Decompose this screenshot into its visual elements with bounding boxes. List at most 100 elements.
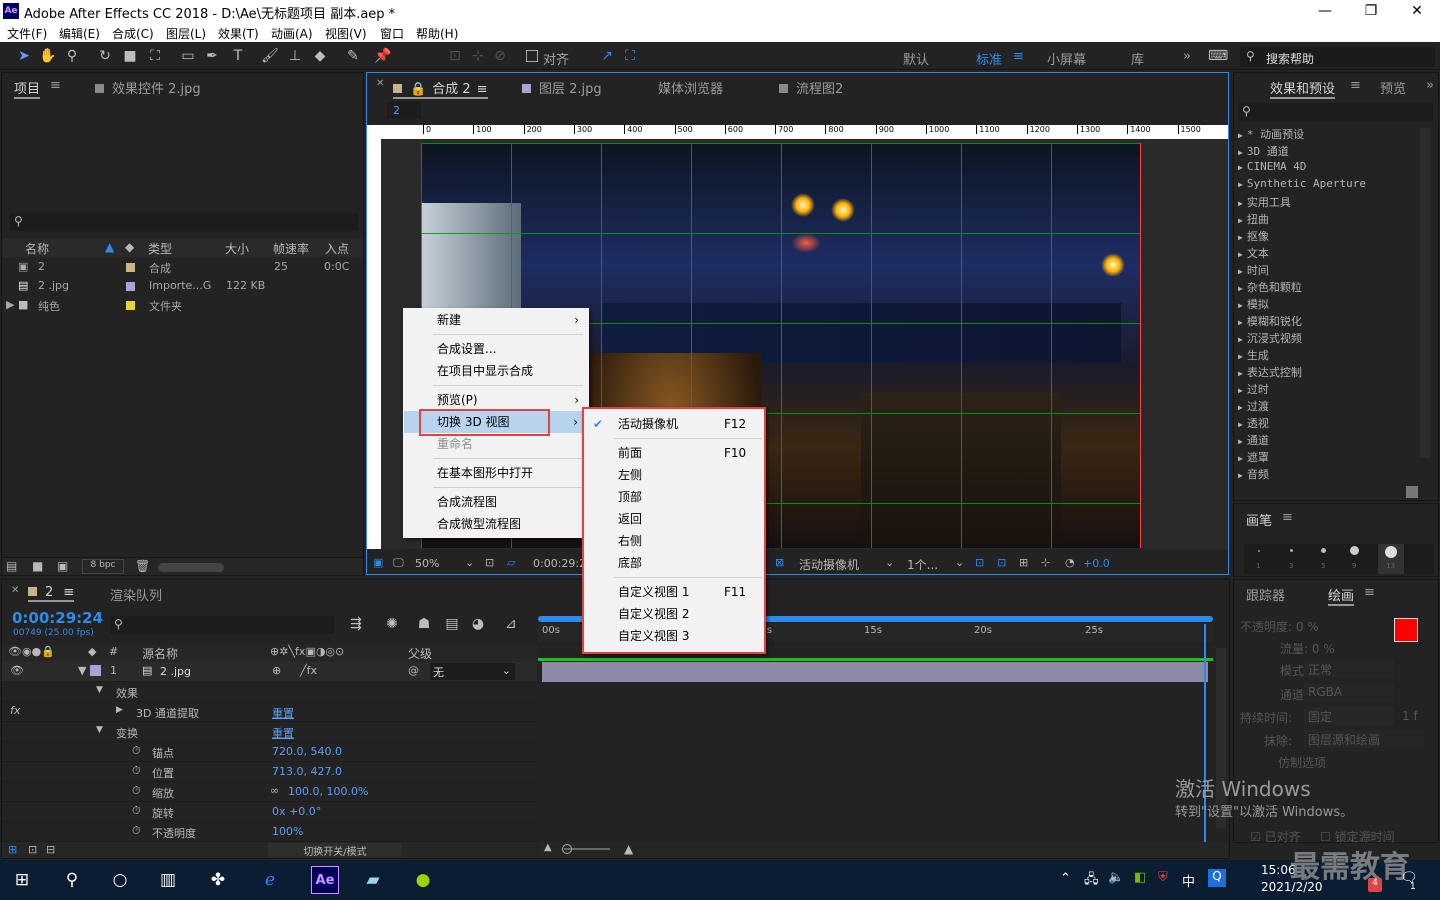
toggle-pixel-aspect-icon[interactable]: ⊡ bbox=[975, 556, 984, 569]
effect-category-item[interactable]: ▶ 过时 bbox=[1238, 381, 1269, 397]
zoom-tool-icon[interactable]: ⚲ bbox=[62, 46, 82, 66]
close-icon[interactable]: ✕ bbox=[1394, 0, 1440, 22]
tab-layer[interactable]: 图层 2.jpg bbox=[522, 78, 602, 97]
menu-effect[interactable]: 效果(T) bbox=[218, 25, 259, 42]
submenu-item-custom-view-1[interactable]: 自定义视图 1 F11 bbox=[584, 581, 764, 603]
local-axis-icon[interactable]: ⊡ bbox=[445, 46, 465, 66]
label-tag-icon[interactable]: ◆ bbox=[125, 240, 134, 254]
tab-tracker[interactable]: 跟踪器 bbox=[1246, 585, 1285, 604]
submenu-item-left[interactable]: 左侧 bbox=[584, 464, 764, 486]
pan-behind-tool-icon[interactable]: ⛶ bbox=[145, 46, 165, 66]
property-row[interactable]: ⏱ 不透明度 100% bbox=[2, 822, 537, 842]
task-view-icon[interactable]: ▥ bbox=[154, 866, 182, 894]
effect-category-item[interactable]: ▶ 音频 bbox=[1238, 466, 1269, 482]
frame-blending-icon[interactable]: ▤ bbox=[442, 614, 462, 634]
effect-category-item[interactable]: ▶ 杂色和颗粒 bbox=[1238, 279, 1302, 295]
menu-item-open-essential-graphics[interactable]: 在基本图形中打开 bbox=[403, 462, 589, 484]
menu-item-reveal-comp[interactable]: 在项目中显示合成 bbox=[403, 360, 589, 382]
close-tab-icon[interactable]: ✕ bbox=[11, 585, 19, 596]
property-value[interactable]: 100.0, 100.0% bbox=[288, 785, 368, 798]
effect-category-item[interactable]: ▶ 遮罩 bbox=[1238, 449, 1269, 465]
layer-name[interactable]: 2 .jpg bbox=[160, 665, 191, 678]
workspace-standard[interactable]: 标准 bbox=[976, 49, 1002, 68]
effect-category-item[interactable]: ▶ * 动画预设 bbox=[1238, 126, 1304, 142]
always-preview-icon[interactable]: ▣ bbox=[373, 556, 383, 569]
security-icon[interactable]: ⛨ bbox=[1158, 870, 1168, 885]
stopwatch-icon[interactable]: ⏱ bbox=[132, 744, 141, 758]
search-icon[interactable]: ⚲ bbox=[58, 866, 86, 894]
windows-start-icon[interactable]: ⊞ bbox=[8, 866, 36, 894]
toggle-switches-modes-button[interactable]: 切换开关/模式 bbox=[268, 843, 402, 858]
chevron-down-icon[interactable]: ⌄ bbox=[465, 556, 474, 569]
property-row[interactable]: ⏱ 缩放 100.0, 100.0% ∞ bbox=[2, 782, 537, 802]
expand-arrow-icon[interactable]: ▼ bbox=[96, 725, 103, 735]
menu-item-preview[interactable]: 预览(P) › bbox=[403, 389, 589, 411]
submenu-item-back[interactable]: 返回 bbox=[584, 508, 764, 530]
col-in[interactable]: 入点 bbox=[325, 240, 349, 257]
submenu-item-front[interactable]: 前面 F10 bbox=[584, 442, 764, 464]
panel-menu-icon[interactable]: ≡ bbox=[477, 82, 488, 97]
effect-category-item[interactable]: ▶ 沉浸式视频 bbox=[1238, 330, 1302, 346]
menu-composition[interactable]: 合成(C) bbox=[112, 25, 154, 42]
view-axis-icon[interactable]: ⊘ bbox=[490, 46, 510, 66]
submenu-item-bottom[interactable]: 底部 bbox=[584, 552, 764, 574]
property-row[interactable]: ⏱ 旋转 0x +0.0° bbox=[2, 802, 537, 822]
rotate-tool-icon[interactable]: ↻ bbox=[95, 46, 115, 66]
menu-item-comp-settings[interactable]: 合成设置... bbox=[403, 338, 589, 360]
effect-category-item[interactable]: ▶ 3D 通道 bbox=[1238, 143, 1289, 159]
project-search-input[interactable]: ⚲ bbox=[10, 213, 358, 231]
reset-exposure-icon[interactable]: ◔ bbox=[1065, 556, 1075, 569]
tab-timeline-comp[interactable]: 2 ≡ bbox=[28, 585, 75, 602]
effect-category-item[interactable]: ▶ 透视 bbox=[1238, 415, 1269, 431]
stopwatch-icon[interactable]: ⏱ bbox=[132, 764, 141, 778]
erase-dropdown[interactable]: 图层源和绘画 bbox=[1304, 730, 1424, 748]
tab-render-queue[interactable]: 渲染队列 bbox=[110, 585, 162, 604]
notepad-app-icon[interactable]: ▰ bbox=[359, 866, 387, 894]
flowchart-icon[interactable]: ⊹ bbox=[1041, 556, 1050, 569]
effect-category-item[interactable]: ▶ CINEMA 4D bbox=[1238, 160, 1306, 173]
cortana-icon[interactable]: ○ bbox=[106, 866, 134, 894]
menu-item-new[interactable]: 新建 › bbox=[403, 309, 589, 331]
zoom-slider-thumb[interactable] bbox=[562, 844, 572, 854]
effects-search-input[interactable]: ⚲ bbox=[1238, 103, 1433, 121]
brush-tip-icon[interactable] bbox=[1350, 546, 1359, 555]
brush-tip-icon[interactable] bbox=[1290, 549, 1293, 552]
brush-tip-icon[interactable] bbox=[1385, 546, 1397, 558]
effect-category-item[interactable]: ▶ 时间 bbox=[1238, 262, 1269, 278]
tab-paint[interactable]: 绘画 bbox=[1328, 585, 1355, 606]
more-workspaces-icon[interactable]: » bbox=[1183, 49, 1191, 64]
snap-icon[interactable]: ↗ bbox=[597, 46, 617, 66]
label-tag-icon[interactable]: ◆ bbox=[88, 645, 96, 658]
help-search[interactable]: ⚲ 搜索帮助 bbox=[1240, 47, 1435, 67]
menu-item-rename[interactable]: 重命名 bbox=[403, 433, 589, 455]
expand-arrow-icon[interactable]: ▶ bbox=[116, 705, 123, 715]
col-parent[interactable]: 父级 bbox=[408, 645, 432, 662]
region-of-interest-icon[interactable]: ▱ bbox=[507, 556, 515, 569]
duration-frames[interactable]: 1 f bbox=[1402, 709, 1418, 723]
hand-tool-icon[interactable]: ✋ bbox=[38, 46, 58, 66]
parent-dropdown[interactable]: 无 ⌄ bbox=[430, 663, 515, 680]
workspace-menu-icon[interactable]: ≡ bbox=[1013, 49, 1024, 64]
new-composition-icon[interactable]: ▣ bbox=[57, 559, 68, 573]
tab-effects-presets[interactable]: 效果和预设 bbox=[1270, 78, 1336, 99]
col-size[interactable]: 大小 bbox=[225, 240, 249, 257]
rectangle-tool-icon[interactable]: ▭ bbox=[178, 46, 198, 66]
tab-media-browser[interactable]: 媒体浏览器 bbox=[658, 78, 723, 97]
property-value[interactable]: 重置 bbox=[272, 725, 294, 741]
tab-effect-controls[interactable]: 效果控件 2.jpg bbox=[95, 78, 201, 97]
list-item[interactable]: ▤ 2 .jpg Importe...G 122 KB bbox=[4, 279, 362, 296]
new-folder-icon[interactable]: ■ bbox=[32, 559, 43, 573]
text-tool-icon[interactable]: T bbox=[228, 46, 248, 66]
stopwatch-icon[interactable]: ⏱ bbox=[132, 804, 141, 818]
comp-breadcrumb[interactable]: 2 bbox=[387, 102, 421, 119]
submenu-item-top[interactable]: 顶部 bbox=[584, 486, 764, 508]
close-tab-icon[interactable]: ✕ bbox=[376, 78, 384, 89]
zoom-out-icon[interactable]: ▲ bbox=[544, 842, 552, 853]
menu-view[interactable]: 视图(V) bbox=[325, 25, 367, 42]
panel-menu-icon[interactable]: ≡ bbox=[1350, 78, 1361, 93]
menu-animation[interactable]: 动画(A) bbox=[271, 25, 313, 42]
constrain-proportions-icon[interactable]: ∞ bbox=[270, 784, 279, 797]
brush-tip-list[interactable]: 1 3 5 9 13 bbox=[1244, 544, 1434, 574]
ie-browser-icon[interactable]: ℯ bbox=[256, 866, 284, 894]
graph-editor-icon[interactable]: ⊿ bbox=[501, 614, 521, 634]
